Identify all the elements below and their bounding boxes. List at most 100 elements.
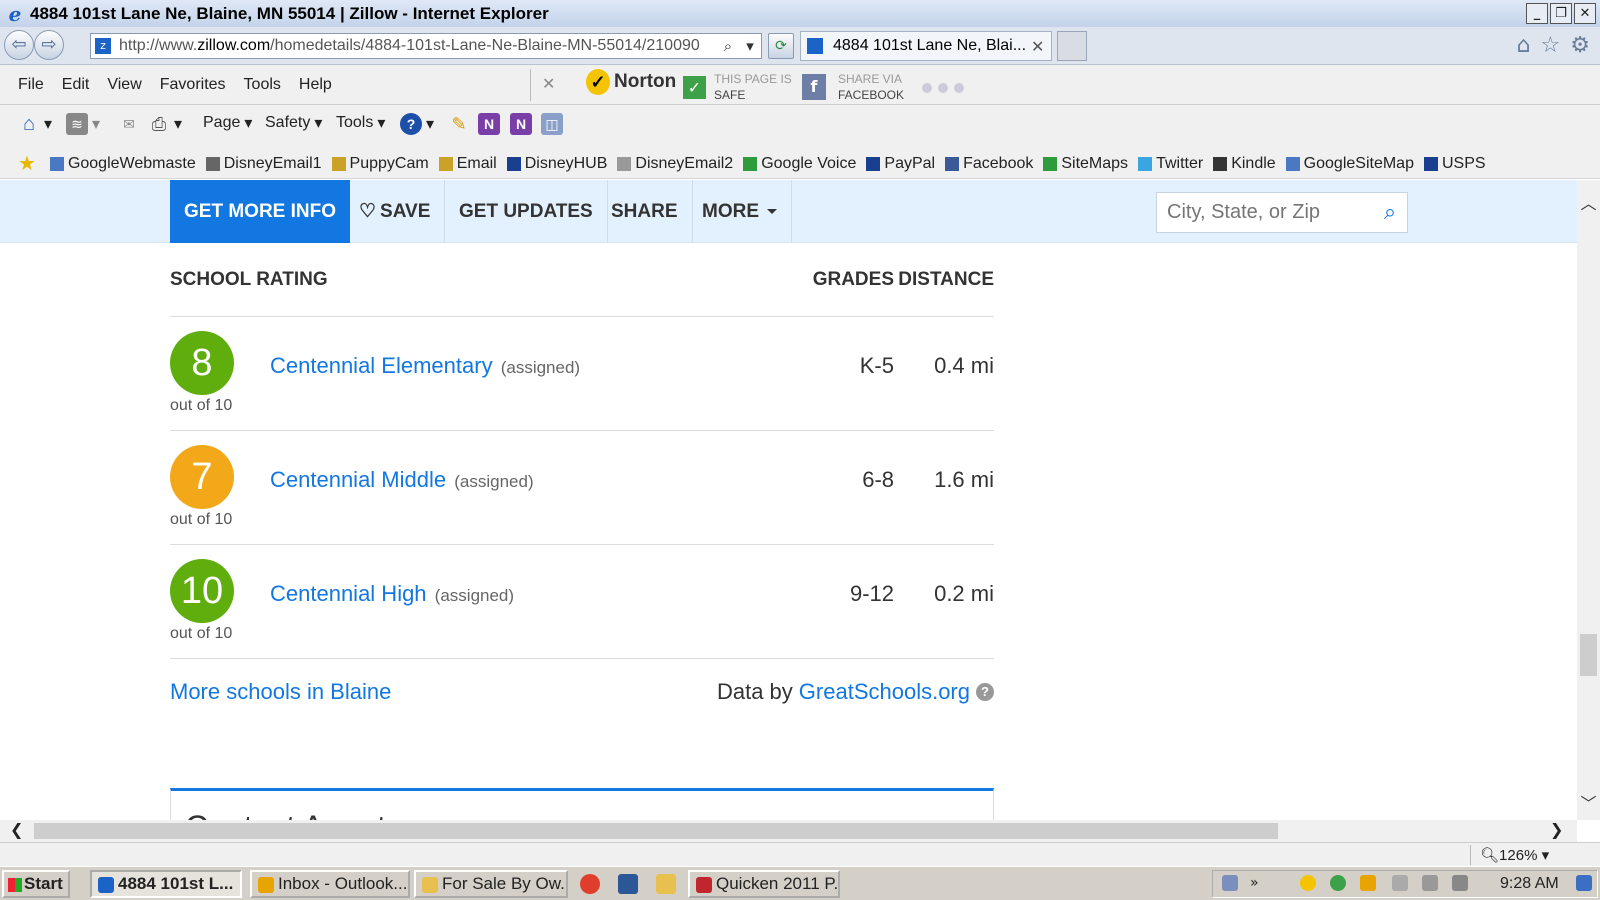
more-button[interactable]: MORE [688,180,792,243]
taskbar-button-fsbo[interactable]: For Sale By Ow... [414,870,568,898]
menu-help[interactable]: Help [299,76,332,94]
home-icon[interactable]: ⌂ [1517,33,1531,58]
onenote-command[interactable]: N [478,113,500,135]
favorite-link[interactable]: Facebook [945,151,1033,176]
share-button[interactable]: SHARE [597,180,693,243]
print-command[interactable]: ⎙ ▾ [148,113,182,135]
menu-view[interactable]: View [107,76,141,94]
favorite-link[interactable]: Email [438,151,497,176]
research-command[interactable]: ✎ [448,113,470,135]
favorite-link[interactable]: PayPal [866,151,935,176]
scroll-up-icon[interactable]: ︿ [1577,190,1600,214]
horizontal-scroll-thumb[interactable] [34,823,1278,839]
favorite-link[interactable]: PuppyCam [331,151,429,176]
school-name-link[interactable]: Centennial Elementary (assigned) [270,353,580,379]
safety-menu[interactable]: Safety ▾ [265,113,322,133]
back-button[interactable]: ⇦ [4,30,34,60]
favorite-link[interactable]: Kindle [1213,151,1276,176]
search-icon[interactable]: ⌕ [717,37,739,55]
chrome-icon[interactable] [580,874,600,894]
command-bar: ⌂ ▾ ≋ ▾ ✉ ⎙ ▾ Page ▾ Safety ▾ Tools ▾ ? ▾ ✎ N N… [0,105,1600,142]
norton-safe-indicator[interactable]: ✓ THIS PAGE IS SAFE [683,71,792,103]
menu-edit[interactable]: Edit [62,76,90,94]
norton-close-icon[interactable]: ✕ [542,74,555,93]
word-icon[interactable] [618,874,638,894]
browser-tab[interactable]: 4884 101st Lane Ne, Blai... ✕ [800,31,1052,61]
feeds-command[interactable]: ≋ ▾ [66,113,100,135]
share-facebook[interactable]: f SHARE VIA FACEBOOK [802,71,904,103]
help-command[interactable]: ? ▾ [400,113,434,135]
show-desktop-icon[interactable] [1576,875,1592,891]
favorite-link[interactable]: USPS [1423,151,1486,176]
norton-logo[interactable]: ✓ Norton [586,69,676,95]
zoom-control[interactable]: 🔍︎126% ▾ [1480,846,1549,864]
favorite-link[interactable]: GoogleSiteMap [1285,151,1414,176]
norton-tray-icon[interactable] [1300,875,1316,891]
page-menu[interactable]: Page ▾ [203,113,252,133]
forward-button[interactable]: ⇨ [34,30,64,60]
power-tray-icon[interactable] [1422,875,1438,891]
close-button[interactable]: ✕ [1574,3,1596,24]
favorite-link[interactable]: DisneyEmail1 [205,151,322,176]
volume-icon[interactable] [1452,875,1468,891]
get-more-info-button[interactable]: GET MORE INFO [170,180,350,243]
vertical-scroll-thumb[interactable] [1580,634,1597,676]
more-dots-icon[interactable] [922,83,964,93]
menu-favorites[interactable]: Favorites [160,76,226,94]
folder-icon[interactable] [656,874,676,894]
school-name-link[interactable]: Centennial Middle (assigned) [270,467,534,493]
school-name-link[interactable]: Centennial High (assigned) [270,581,514,607]
research-tools-command[interactable]: ◫ [541,113,563,135]
favorites-star-icon[interactable]: ★ [18,151,36,176]
new-tab-button[interactable] [1057,31,1087,61]
favorites-star-icon[interactable]: ☆ [1541,33,1561,58]
restore-button[interactable]: ❐ [1550,3,1572,24]
taskbar-clock[interactable]: 9:28 AM [1500,875,1559,893]
mail-command[interactable]: ✉ [118,113,140,135]
get-updates-button[interactable]: GET UPDATES [445,180,608,243]
favorite-link[interactable]: GoogleWebmaste [49,151,196,176]
menu-tools[interactable]: Tools [244,76,281,94]
search-icon[interactable]: ⌕ [1373,200,1407,225]
tools-menu[interactable]: Tools ▾ [336,113,385,133]
greatschools-link[interactable]: GreatSchools.org [799,679,970,705]
address-bar[interactable]: z http://www.zillow.com/homedetails/4884… [90,33,762,59]
more-schools-link[interactable]: More schools in Blaine [170,679,391,705]
onenote-linked-command[interactable]: N [510,113,532,135]
favorite-link[interactable]: SiteMaps [1043,151,1128,176]
help-question-icon[interactable]: ? [976,683,994,701]
vertical-scrollbar[interactable]: ︿ ﹀ [1577,180,1600,820]
favorite-link[interactable]: Twitter [1138,151,1203,176]
start-button[interactable]: Start [2,870,70,898]
settings-gear-icon[interactable]: ⚙ [1570,33,1590,58]
address-url[interactable]: http://www.zillow.com/homedetails/4884-1… [119,37,717,55]
network-icon[interactable] [1222,875,1238,891]
recycle-tray-icon[interactable] [1330,875,1346,891]
favorite-link[interactable]: DisneyHUB [506,151,607,176]
home-command[interactable]: ⌂ ▾ [18,113,52,135]
favorite-link[interactable]: DisneyEmail2 [617,151,733,176]
taskbar-button-quicken[interactable]: Quicken 2011 P... [688,870,840,898]
minimize-button[interactable]: _ [1526,3,1548,24]
scroll-right-icon[interactable]: ❯ [1550,820,1563,839]
save-button[interactable]: ♡ SAVE [345,180,446,243]
favorites-list: ★ GoogleWebmaste DisneyEmail1 PuppyCam Emai… [18,151,1486,176]
flag-tray-icon[interactable] [1392,875,1408,891]
horizontal-scrollbar[interactable]: ❮ ❯ [0,820,1577,842]
scroll-down-icon[interactable]: ﹀ [1577,790,1600,814]
favorite-link[interactable]: Google Voice [743,151,856,176]
school-name[interactable]: Centennial Middle [270,467,446,492]
menu-file[interactable]: File [18,76,44,94]
location-search-input[interactable] [1167,201,1373,224]
refresh-button[interactable]: ⟳ [768,33,794,59]
data-by-label: Data by [716,679,793,704]
expand-tray-icon[interactable]: » [1250,875,1266,891]
tab-close-icon[interactable]: ✕ [1031,37,1051,56]
school-name[interactable]: Centennial Elementary [270,353,493,378]
dropdown-arrow-icon[interactable]: ▾ [739,37,761,55]
outlook-tray-icon[interactable] [1360,875,1376,891]
taskbar-button-zillow[interactable]: 4884 101st L... [90,870,242,898]
scroll-left-icon[interactable]: ❮ [10,820,23,839]
school-name[interactable]: Centennial High [270,581,427,606]
taskbar-button-outlook[interactable]: Inbox - Outlook... [250,870,410,898]
